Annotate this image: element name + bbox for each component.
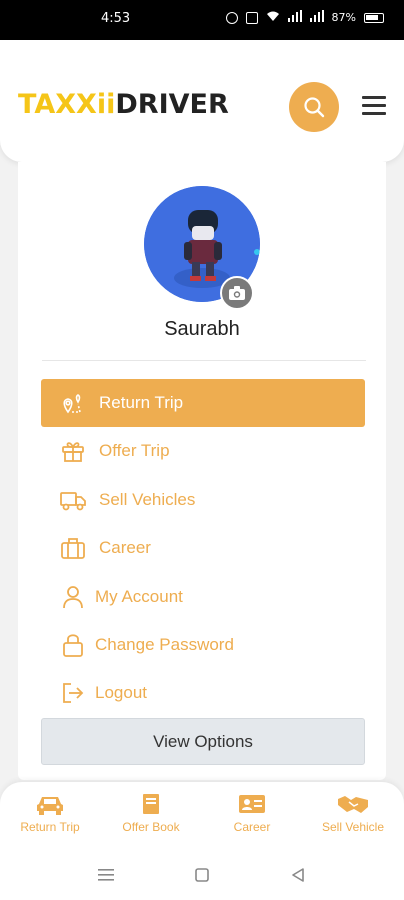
view-options-button[interactable]: View Options <box>41 718 365 765</box>
divider <box>42 360 366 361</box>
menu-item-label: Sell Vehicles <box>99 490 196 509</box>
search-icon <box>304 97 325 118</box>
home-icon[interactable] <box>195 868 209 882</box>
signal-icon <box>287 10 302 25</box>
camera-icon <box>229 286 245 300</box>
bottom-nav-sell-vehicle[interactable]: Sell Vehicle <box>303 792 403 834</box>
book-icon <box>101 792 201 816</box>
menu-item-label: My Account <box>95 587 183 606</box>
menu-item-label: Career <box>99 538 151 557</box>
camera-button[interactable] <box>220 276 254 310</box>
briefcase-icon <box>59 534 87 562</box>
recent-apps-icon[interactable] <box>98 868 114 882</box>
bottom-nav-return-trip[interactable]: Return Trip <box>0 792 100 834</box>
app-header: TAXXiiDRIVER <box>0 40 404 162</box>
menu-item-logout[interactable]: Logout <box>41 669 365 717</box>
hamburger-icon <box>362 96 386 99</box>
logout-icon <box>59 679 87 707</box>
handshake-icon <box>303 792 403 816</box>
menu-item-label: Logout <box>95 683 147 702</box>
wifi-icon <box>266 10 280 25</box>
profile-name: Saurabh <box>164 318 240 340</box>
back-icon[interactable] <box>291 868 305 882</box>
map-pin-route-icon <box>59 389 87 417</box>
status-icons: 87% <box>225 10 384 25</box>
bottom-nav-label: Career <box>233 820 271 834</box>
menu-item-change-password[interactable]: Change Password <box>41 621 365 669</box>
id-card-icon <box>202 792 302 816</box>
menu-item-sell-vehicles[interactable]: Sell Vehicles <box>41 476 365 524</box>
battery-percent: 87% <box>331 11 356 24</box>
bottom-nav-offer-book[interactable]: Offer Book <box>101 792 201 834</box>
menu-item-label: Return Trip <box>99 393 184 412</box>
menu-item-offer-trip[interactable]: Offer Trip <box>41 427 365 475</box>
bottom-nav-label: Return Trip <box>20 820 80 834</box>
status-bar: 4:53 87% <box>0 0 404 40</box>
brand-part2: DRIVER <box>115 89 229 120</box>
bottom-nav-label: Sell Vehicle <box>321 820 385 834</box>
bottom-navigation: Return Trip Offer Book Career Sell Vehic… <box>0 782 404 842</box>
hamburger-menu-button[interactable] <box>362 96 386 116</box>
menu-item-return-trip[interactable]: Return Trip <box>41 379 365 427</box>
bottom-nav-career[interactable]: Career <box>202 792 302 834</box>
lock-icon <box>59 631 87 659</box>
status-time: 4:53 <box>101 11 131 26</box>
brand-logo[interactable]: TAXXiiDRIVER <box>18 89 229 120</box>
system-navigation-bar <box>0 842 404 900</box>
bottom-nav-label: Offer Book <box>122 820 180 834</box>
gift-icon <box>59 437 87 465</box>
signal-icon-2 <box>309 10 324 25</box>
menu-item-my-account[interactable]: My Account <box>41 573 365 621</box>
user-icon <box>59 583 87 611</box>
brand-part1: TAXXii <box>18 89 116 120</box>
battery-icon <box>364 12 384 23</box>
menu-item-label: Change Password <box>95 635 234 654</box>
search-button[interactable] <box>289 82 339 132</box>
menu-item-career[interactable]: Career <box>41 524 365 572</box>
car-icon <box>0 792 100 816</box>
alarm-icon <box>225 11 238 24</box>
menu-item-label: Offer Trip <box>99 441 170 460</box>
screenshot-icon <box>245 11 258 24</box>
truck-icon <box>59 486 87 514</box>
